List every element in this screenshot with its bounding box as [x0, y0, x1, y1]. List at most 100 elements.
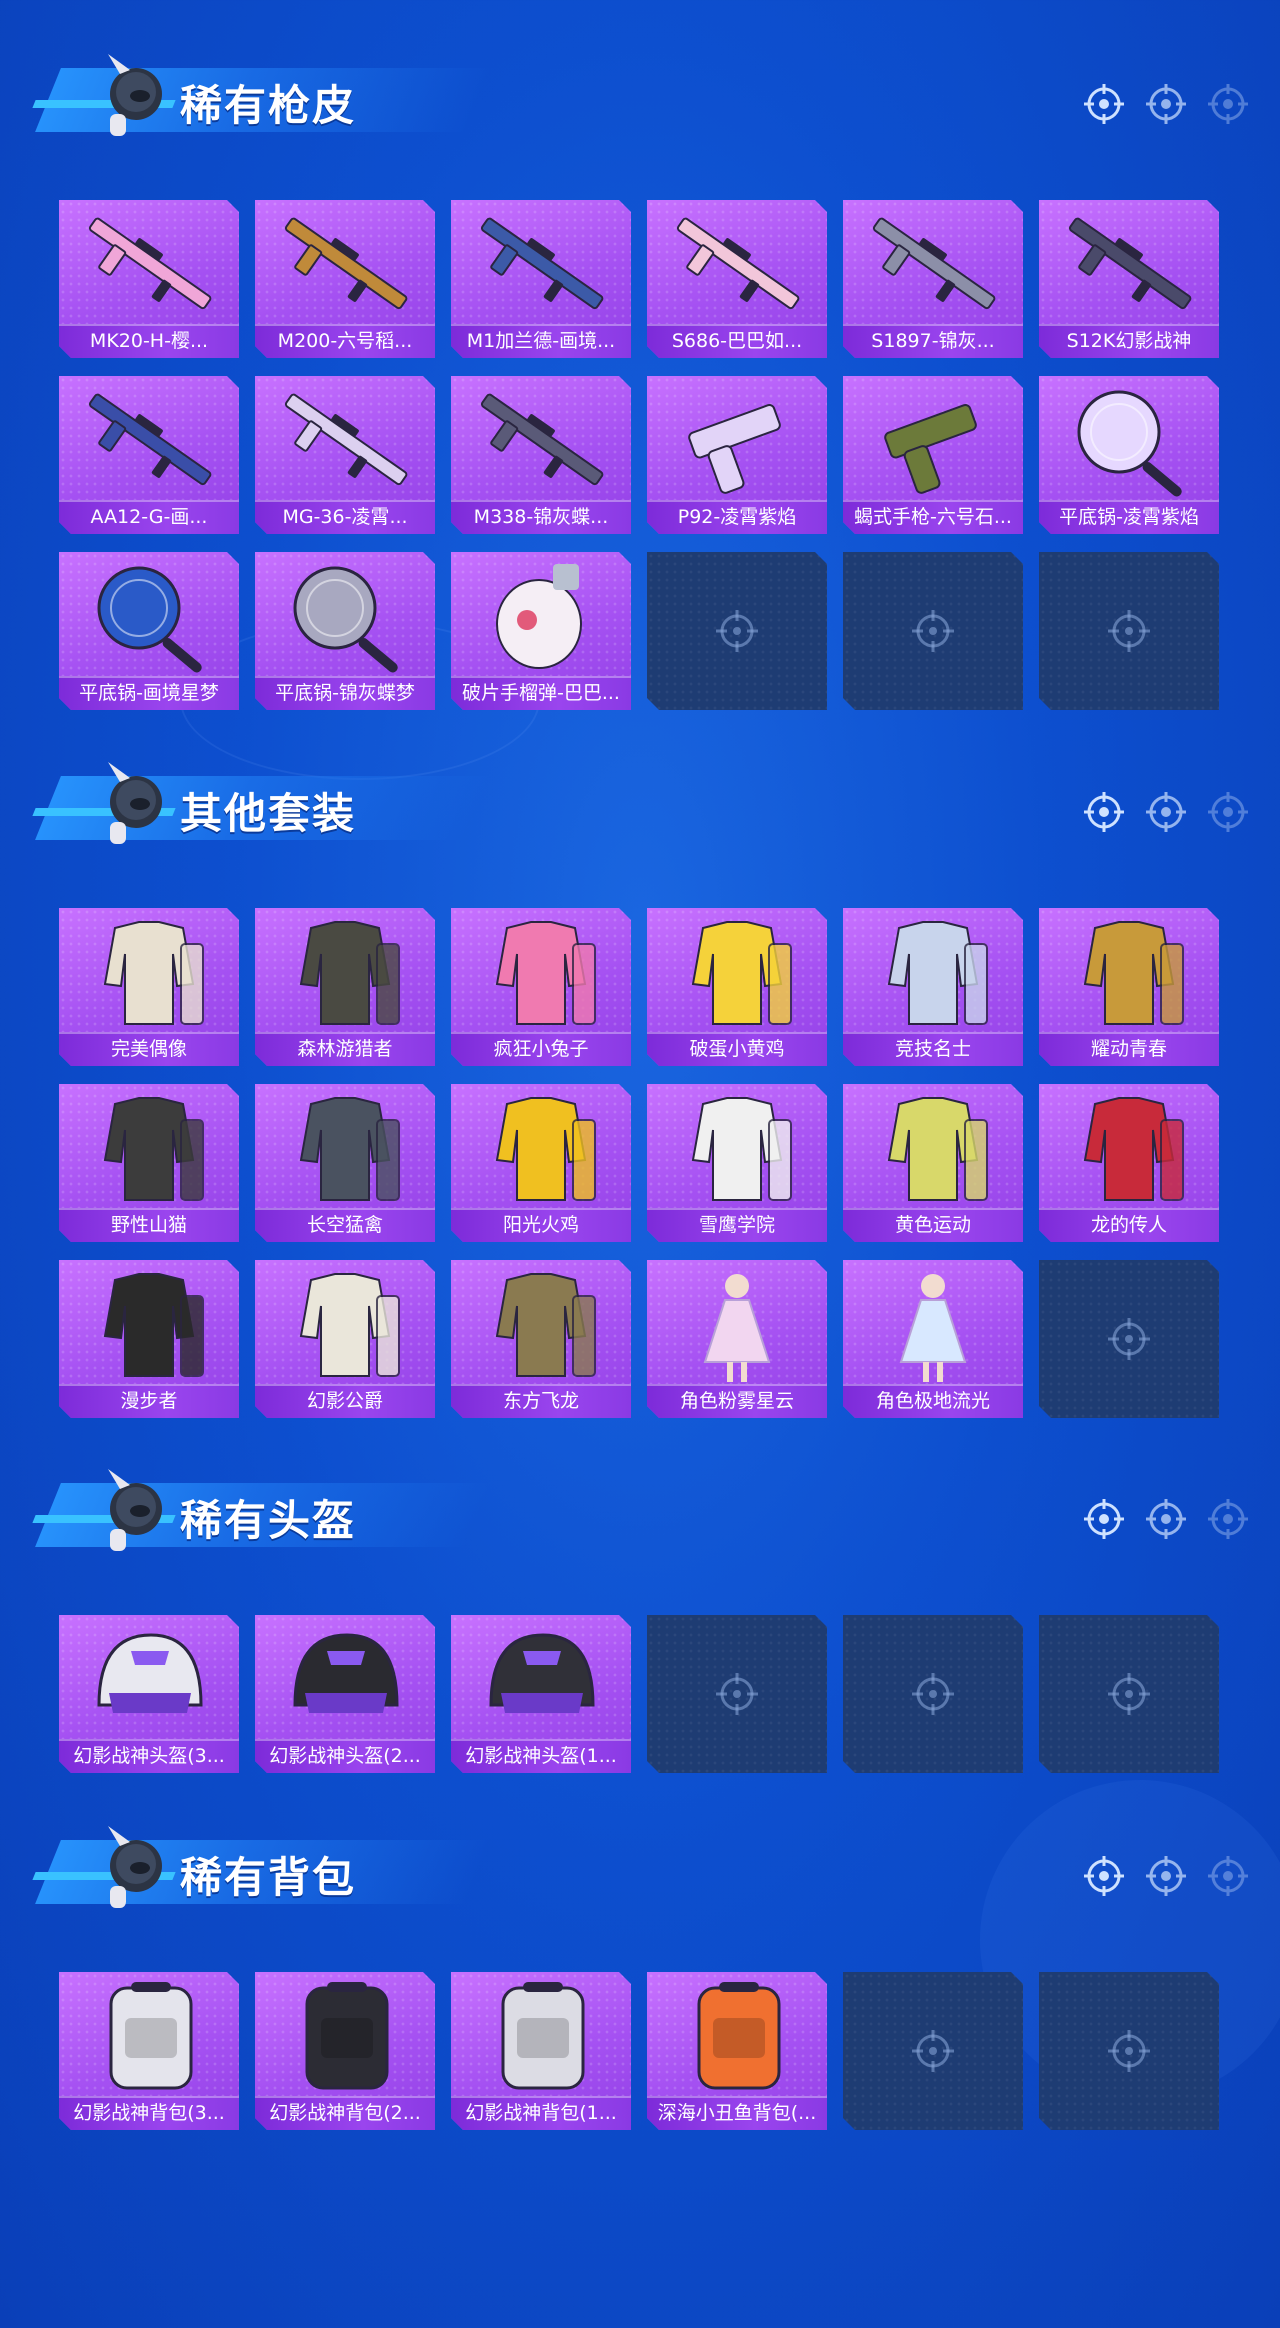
crosshair-icon [912, 1673, 954, 1715]
crosshair-icon [1208, 84, 1248, 124]
item-card[interactable]: 耀动青春 [1039, 908, 1219, 1066]
item-label: 破蛋小黄鸡 [647, 1032, 827, 1066]
item-card[interactable]: 蝎式手枪-六号石... [843, 376, 1023, 534]
item-label: M1加兰德-画境... [451, 324, 631, 358]
empty-slot [843, 552, 1023, 710]
item-card[interactable]: 平底锅-画境星梦 [59, 552, 239, 710]
item-card[interactable]: 幻影战神背包(3... [59, 1972, 239, 2130]
frying-pan-icon [1077, 390, 1182, 497]
item-card[interactable]: 东方飞龙 [451, 1260, 631, 1418]
shotgun-icon [676, 217, 800, 310]
crosshair-icon [1108, 2030, 1150, 2072]
item-label: 阳光火鸡 [451, 1208, 631, 1242]
item-card[interactable]: 幻影战神头盔(1... [451, 1615, 631, 1773]
item-label: 森林游猎者 [255, 1032, 435, 1066]
item-card[interactable]: 漫步者 [59, 1260, 239, 1418]
item-label: 幻影战神头盔(2... [255, 1739, 435, 1773]
item-card[interactable]: 完美偶像 [59, 908, 239, 1066]
item-card[interactable]: 破蛋小黄鸡 [647, 908, 827, 1066]
item-card[interactable]: 黄色运动 [843, 1084, 1023, 1242]
item-card[interactable]: M200-六号稻... [255, 200, 435, 358]
item-label: P92-凌霄紫焰 [647, 500, 827, 534]
crosshair-icon [1146, 792, 1186, 832]
item-card[interactable]: M1加兰德-画境... [451, 200, 631, 358]
item-label: AA12-G-画... [59, 500, 239, 534]
item-card[interactable]: 疯狂小兔子 [451, 908, 631, 1066]
item-label: MG-36-凌霄... [255, 500, 435, 534]
frying-pan-icon [97, 566, 202, 673]
crosshair-icon [1146, 1856, 1186, 1896]
item-card[interactable]: AA12-G-画... [59, 376, 239, 534]
outfit-icon [299, 921, 400, 1025]
mascot-icon [108, 54, 162, 136]
section-header: 其他套装 [28, 748, 1268, 858]
item-label: MK20-H-樱... [59, 324, 239, 358]
machine-gun-icon [284, 393, 408, 486]
sight-decoration [1082, 82, 1250, 126]
item-card[interactable]: 平底锅-锦灰蝶梦 [255, 552, 435, 710]
item-card[interactable]: P92-凌霄紫焰 [647, 376, 827, 534]
item-card[interactable]: 阳光火鸡 [451, 1084, 631, 1242]
section-header: 稀有背包 [28, 1812, 1268, 1922]
item-card[interactable]: 平底锅-凌霄紫焰 [1039, 376, 1219, 534]
grenade-icon [496, 564, 582, 669]
empty-slot [647, 552, 827, 710]
item-label: 耀动青春 [1039, 1032, 1219, 1066]
item-label: S12K幻影战神 [1039, 324, 1219, 358]
item-card[interactable]: S686-巴巴如... [647, 200, 827, 358]
mascot-icon [108, 762, 162, 844]
outfit-icon [103, 921, 204, 1025]
empty-slot [1039, 552, 1219, 710]
item-card[interactable]: 幻影公爵 [255, 1260, 435, 1418]
outfit-icon [299, 1097, 400, 1201]
item-card[interactable]: 幻影战神头盔(2... [255, 1615, 435, 1773]
item-label: S1897-锦灰... [843, 324, 1023, 358]
item-label: 漫步者 [59, 1384, 239, 1418]
item-card[interactable]: M338-锦灰蝶... [451, 376, 631, 534]
item-card[interactable]: 幻影战神背包(1... [451, 1972, 631, 2130]
helmet-icon [97, 1633, 203, 1713]
backpack-icon [109, 1982, 193, 2090]
item-label: 幻影战神背包(2... [255, 2096, 435, 2130]
item-label: 竞技名士 [843, 1032, 1023, 1066]
item-card[interactable]: 森林游猎者 [255, 908, 435, 1066]
item-card[interactable]: 长空猛禽 [255, 1084, 435, 1242]
item-card[interactable]: MK20-H-樱... [59, 200, 239, 358]
empty-slot [843, 1972, 1023, 2130]
item-label: 破片手榴弹-巴巴... [451, 676, 631, 710]
item-label: 平底锅-凌霄紫焰 [1039, 500, 1219, 534]
crosshair-icon [1208, 1499, 1248, 1539]
item-card[interactable]: 破片手榴弹-巴巴... [451, 552, 631, 710]
rifle-icon [88, 217, 212, 310]
item-card[interactable]: S1897-锦灰... [843, 200, 1023, 358]
item-label: M338-锦灰蝶... [451, 500, 631, 534]
item-card[interactable]: 幻影战神背包(2... [255, 1972, 435, 2130]
item-card[interactable]: S12K幻影战神 [1039, 200, 1219, 358]
outfit-icon [887, 921, 988, 1025]
crosshair-icon [1208, 792, 1248, 832]
crosshair-icon [1146, 1499, 1186, 1539]
sight-decoration [1082, 1497, 1250, 1541]
outfit-icon [495, 1097, 596, 1201]
outfit-icon [103, 1097, 204, 1201]
item-card[interactable]: MG-36-凌霄... [255, 376, 435, 534]
item-card[interactable]: 角色粉雾星云 [647, 1260, 827, 1418]
empty-slot [647, 1615, 827, 1773]
item-label: 幻影战神背包(3... [59, 2096, 239, 2130]
empty-slot [843, 1615, 1023, 1773]
shotgun-icon [1068, 217, 1192, 310]
item-card[interactable]: 幻影战神头盔(3... [59, 1615, 239, 1773]
item-card[interactable]: 深海小丑鱼背包(... [647, 1972, 827, 2130]
item-label: M200-六号稻... [255, 324, 435, 358]
outfit-icon [299, 1273, 400, 1377]
item-card[interactable]: 角色极地流光 [843, 1260, 1023, 1418]
item-card[interactable]: 野性山猫 [59, 1084, 239, 1242]
item-label: S686-巴巴如... [647, 324, 827, 358]
crosshair-icon [716, 1673, 758, 1715]
crosshair-icon [1146, 84, 1186, 124]
item-card[interactable]: 竞技名士 [843, 908, 1023, 1066]
rifle-icon [480, 217, 604, 310]
item-card[interactable]: 龙的传人 [1039, 1084, 1219, 1242]
helmet-icon [489, 1633, 595, 1713]
item-card[interactable]: 雪鹰学院 [647, 1084, 827, 1242]
